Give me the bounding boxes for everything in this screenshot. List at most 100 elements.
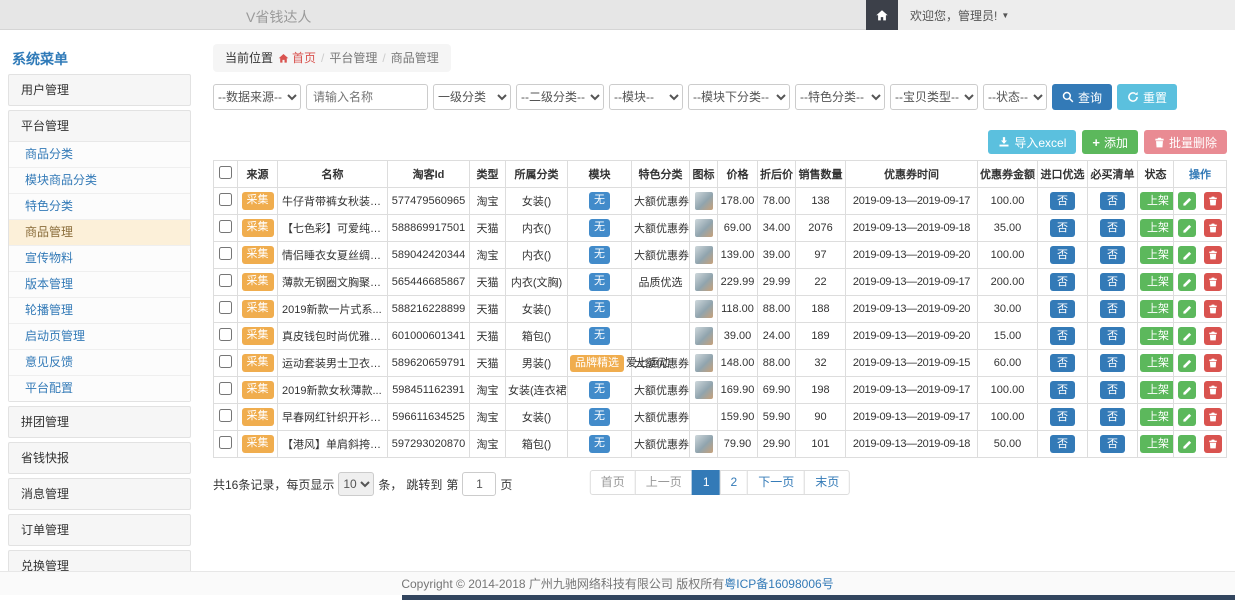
delete-button[interactable]	[1204, 381, 1222, 399]
must-buy-toggle[interactable]: 否	[1100, 435, 1125, 453]
per-page-select[interactable]: 10	[338, 472, 374, 496]
status-select[interactable]: --状态--	[983, 84, 1047, 110]
sidebar-item[interactable]: 意见反馈	[9, 350, 190, 376]
import-select-toggle[interactable]: 否	[1050, 219, 1075, 237]
must-buy-toggle[interactable]: 否	[1100, 327, 1125, 345]
page-button[interactable]: 末页	[804, 470, 850, 495]
page-number-input[interactable]	[462, 472, 496, 496]
status-button[interactable]: 上架	[1140, 273, 1174, 291]
sidebar-group-header[interactable]: 消息管理	[9, 479, 190, 509]
row-checkbox[interactable]	[219, 274, 232, 287]
level2-category-select[interactable]: --二级分类--	[516, 84, 604, 110]
sidebar-item[interactable]: 模块商品分类	[9, 168, 190, 194]
edit-button[interactable]	[1178, 219, 1196, 237]
breadcrumb-home-link[interactable]: 首页	[278, 51, 316, 65]
page-button[interactable]: 首页	[590, 470, 636, 495]
row-checkbox[interactable]	[219, 247, 232, 260]
row-checkbox[interactable]	[219, 220, 232, 233]
import-select-toggle[interactable]: 否	[1050, 354, 1075, 372]
delete-button[interactable]	[1204, 300, 1222, 318]
page-button[interactable]: 上一页	[635, 470, 693, 495]
row-checkbox[interactable]	[219, 193, 232, 206]
delete-button[interactable]	[1204, 354, 1222, 372]
must-buy-toggle[interactable]: 否	[1100, 408, 1125, 426]
must-buy-toggle[interactable]: 否	[1100, 300, 1125, 318]
page-button[interactable]: 下一页	[747, 470, 805, 495]
import-select-toggle[interactable]: 否	[1050, 192, 1075, 210]
home-button[interactable]	[866, 0, 898, 30]
select-all-checkbox[interactable]	[219, 166, 232, 179]
feature-category-select[interactable]: --特色分类--	[795, 84, 885, 110]
item-type-select[interactable]: --宝贝类型--	[890, 84, 978, 110]
reset-button[interactable]: 重置	[1117, 84, 1177, 110]
import-select-toggle[interactable]: 否	[1050, 435, 1075, 453]
sidebar-item[interactable]: 宣传物料	[9, 246, 190, 272]
status-button[interactable]: 上架	[1140, 192, 1174, 210]
row-checkbox[interactable]	[219, 301, 232, 314]
row-checkbox[interactable]	[219, 328, 232, 341]
delete-button[interactable]	[1204, 273, 1222, 291]
must-buy-toggle[interactable]: 否	[1100, 381, 1125, 399]
edit-button[interactable]	[1178, 354, 1196, 372]
row-checkbox[interactable]	[219, 355, 232, 368]
import-select-toggle[interactable]: 否	[1050, 300, 1075, 318]
module-sub-category-select[interactable]: --模块下分类--	[688, 84, 790, 110]
sidebar-item[interactable]: 启动页管理	[9, 324, 190, 350]
delete-button[interactable]	[1204, 192, 1222, 210]
edit-button[interactable]	[1178, 273, 1196, 291]
import-select-toggle[interactable]: 否	[1050, 327, 1075, 345]
edit-button[interactable]	[1178, 381, 1196, 399]
icp-link[interactable]: 粤ICP备16098006号	[724, 577, 833, 591]
sidebar-item[interactable]: 版本管理	[9, 272, 190, 298]
edit-button[interactable]	[1178, 435, 1196, 453]
import-select-toggle[interactable]: 否	[1050, 381, 1075, 399]
edit-button[interactable]	[1178, 408, 1196, 426]
batch-delete-button[interactable]: 批量删除	[1144, 130, 1227, 154]
must-buy-toggle[interactable]: 否	[1100, 246, 1125, 264]
delete-button[interactable]	[1204, 435, 1222, 453]
breadcrumb-item[interactable]: 平台管理	[329, 51, 377, 65]
user-menu[interactable]: 欢迎您，管理员! ▼	[910, 7, 1009, 24]
sidebar-group-header[interactable]: 拼团管理	[9, 407, 190, 437]
import-select-toggle[interactable]: 否	[1050, 273, 1075, 291]
add-button[interactable]: + 添加	[1082, 130, 1138, 154]
status-button[interactable]: 上架	[1140, 408, 1174, 426]
status-button[interactable]: 上架	[1140, 435, 1174, 453]
must-buy-toggle[interactable]: 否	[1100, 273, 1125, 291]
page-button[interactable]: 2	[720, 470, 749, 495]
search-button[interactable]: 查询	[1052, 84, 1112, 110]
data-source-select[interactable]: --数据来源--	[213, 84, 301, 110]
edit-button[interactable]	[1178, 327, 1196, 345]
horizontal-scrollbar-thumb[interactable]	[402, 595, 1235, 600]
status-button[interactable]: 上架	[1140, 327, 1174, 345]
sidebar-item[interactable]: 商品分类	[9, 142, 190, 168]
sidebar-item[interactable]: 平台配置	[9, 376, 190, 401]
import-excel-button[interactable]: 导入excel	[988, 130, 1076, 154]
product-name-input[interactable]	[306, 84, 428, 110]
row-checkbox[interactable]	[219, 382, 232, 395]
status-button[interactable]: 上架	[1140, 246, 1174, 264]
edit-button[interactable]	[1178, 246, 1196, 264]
sidebar-group-header[interactable]: 订单管理	[9, 515, 190, 545]
sidebar-group-header[interactable]: 用户管理	[9, 75, 190, 105]
edit-button[interactable]	[1178, 300, 1196, 318]
status-button[interactable]: 上架	[1140, 300, 1174, 318]
status-button[interactable]: 上架	[1140, 381, 1174, 399]
delete-button[interactable]	[1204, 327, 1222, 345]
sidebar-item[interactable]: 轮播管理	[9, 298, 190, 324]
must-buy-toggle[interactable]: 否	[1100, 219, 1125, 237]
must-buy-toggle[interactable]: 否	[1100, 192, 1125, 210]
sidebar-item[interactable]: 商品管理	[9, 220, 190, 246]
delete-button[interactable]	[1204, 408, 1222, 426]
must-buy-toggle[interactable]: 否	[1100, 354, 1125, 372]
status-button[interactable]: 上架	[1140, 354, 1174, 372]
delete-button[interactable]	[1204, 246, 1222, 264]
sidebar-item[interactable]: 特色分类	[9, 194, 190, 220]
level1-category-select[interactable]: 一级分类	[433, 84, 511, 110]
delete-button[interactable]	[1204, 219, 1222, 237]
sidebar-group-header[interactable]: 省钱快报	[9, 443, 190, 473]
import-select-toggle[interactable]: 否	[1050, 408, 1075, 426]
edit-button[interactable]	[1178, 192, 1196, 210]
row-checkbox[interactable]	[219, 409, 232, 422]
page-button[interactable]: 1	[692, 470, 721, 495]
